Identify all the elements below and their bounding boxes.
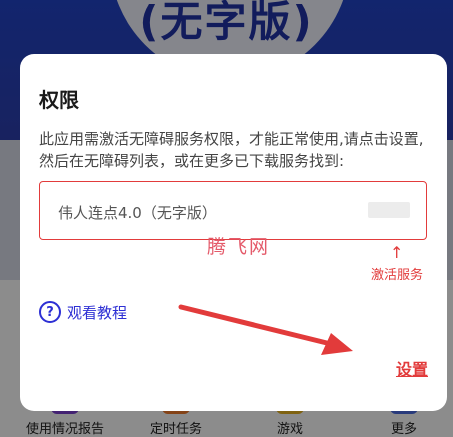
help-circle-icon: ?	[39, 301, 61, 323]
arrow-up-icon: ↑	[390, 243, 404, 262]
watch-tutorial-link[interactable]: ? 观看教程	[39, 301, 127, 323]
service-toggle[interactable]	[368, 202, 410, 218]
service-name: 伟人连点4.0（无字版）	[58, 204, 217, 222]
settings-button[interactable]: 设置	[396, 356, 428, 380]
activate-service-note: 激活服务	[371, 268, 424, 283]
dialog-message: 此应用需激活无障碍服务权限，才能正常使用,请点击设置,然后在无障碍列表，或在更多…	[39, 130, 424, 170]
watermark: 腾飞网	[207, 236, 271, 258]
dialog-title: 权限	[39, 88, 79, 112]
tutorial-label: 观看教程	[67, 303, 128, 322]
pointer-arrow-icon	[178, 304, 353, 355]
permission-dialog: 权限 此应用需激活无障碍服务权限，才能正常使用,请点击设置,然后在无障碍列表，或…	[20, 54, 447, 411]
